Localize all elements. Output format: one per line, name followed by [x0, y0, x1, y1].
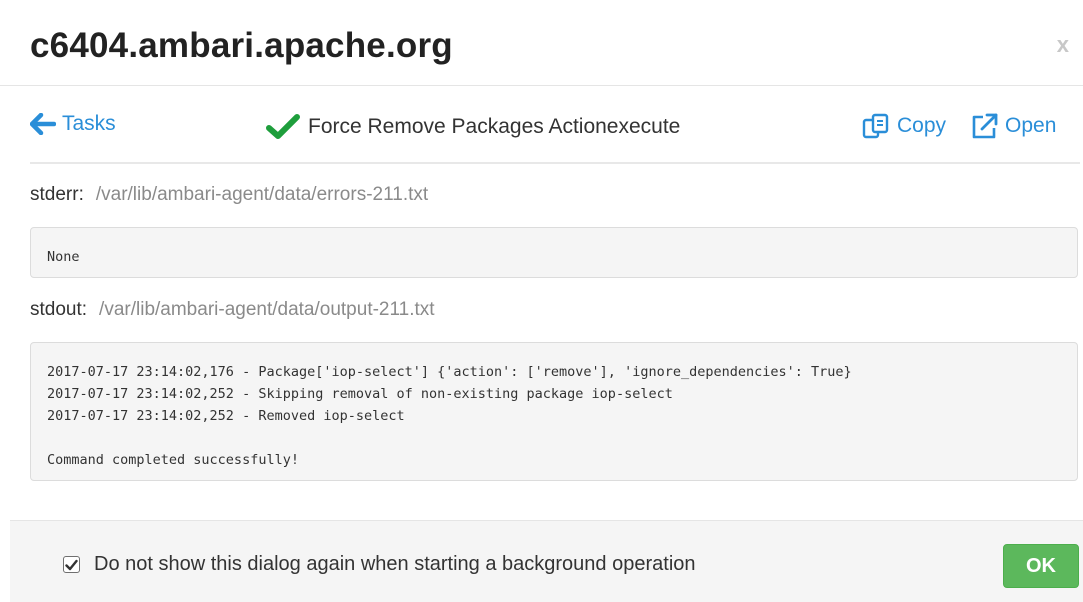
checkbox-check-icon	[65, 559, 78, 570]
stdout-line: 2017-07-17 23:14:02,252 - Removed iop-se…	[47, 408, 405, 424]
stdout-line: Command completed successfully!	[47, 452, 299, 468]
stderr-path: /var/lib/ambari-agent/data/errors-211.tx…	[95, 184, 429, 205]
stderr-line: None	[47, 249, 80, 265]
do-not-show-again-checkbox[interactable]	[63, 556, 80, 573]
back-to-tasks-link[interactable]: Tasks	[30, 112, 116, 136]
task-toolbar: Tasks Force Remove Packages Actionexecut…	[30, 100, 1080, 164]
close-button[interactable]: x	[1057, 32, 1069, 58]
stdout-blank-line	[47, 427, 1061, 449]
open-label: Open	[1005, 114, 1057, 137]
do-not-show-again-option[interactable]: Do not show this dialog again when start…	[63, 553, 696, 576]
arrow-left-icon	[30, 113, 56, 135]
ok-button[interactable]: OK	[1003, 544, 1079, 588]
dialog-title: c6404.ambari.apache.org	[30, 26, 453, 65]
stdout-label: stdout: /var/lib/ambari-agent/data/outpu…	[30, 299, 435, 321]
copy-label: Copy	[897, 114, 947, 137]
external-link-icon	[972, 113, 998, 139]
stdout-line: 2017-07-17 23:14:02,252 - Skipping remov…	[47, 386, 673, 402]
stdout-key: stdout:	[30, 299, 88, 320]
task-title: Force Remove Packages Actionexecute	[266, 114, 680, 140]
stdout-path: /var/lib/ambari-agent/data/output-211.tx…	[99, 299, 435, 320]
stderr-label: stderr: /var/lib/ambari-agent/data/error…	[30, 184, 428, 206]
back-link-label: Tasks	[62, 112, 116, 135]
open-button[interactable]: Open	[970, 112, 1056, 140]
copy-icon	[862, 113, 889, 139]
copy-button[interactable]: Copy	[862, 112, 946, 140]
background-operations-dialog: c6404.ambari.apache.org x Tasks Force Re…	[0, 0, 1083, 602]
stderr-key: stderr:	[30, 184, 84, 205]
checkbox-label: Do not show this dialog again when start…	[94, 553, 696, 575]
task-title-text: Force Remove Packages Actionexecute	[308, 115, 681, 138]
stdout-output[interactable]: 2017-07-17 23:14:02,176 - Package['iop-s…	[30, 342, 1078, 481]
stderr-output[interactable]: None	[30, 227, 1078, 278]
stdout-line: 2017-07-17 23:14:02,176 - Package['iop-s…	[47, 364, 852, 380]
dialog-footer: Do not show this dialog again when start…	[10, 520, 1083, 602]
checkmark-icon	[266, 114, 300, 139]
dialog-header: c6404.ambari.apache.org x	[0, 0, 1083, 86]
